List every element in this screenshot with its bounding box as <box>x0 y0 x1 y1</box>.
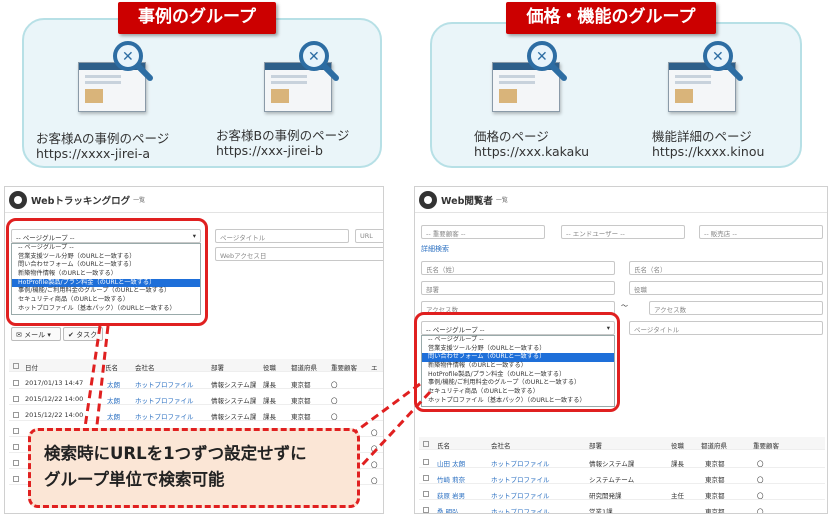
magnifier-icon: ✕ <box>703 41 743 81</box>
row-checkbox[interactable] <box>13 475 19 482</box>
column-header-vip[interactable]: 重要顧客 <box>753 440 779 450</box>
column-header-name[interactable]: 氏名 <box>437 440 450 450</box>
callout-line-2: グループ単位で検索可能 <box>44 470 225 489</box>
page-title-input[interactable]: ページタイトル <box>215 229 349 243</box>
column-header-dept[interactable]: 部署 <box>589 440 602 450</box>
mail-icon: ✉ <box>16 331 25 339</box>
row-checkbox[interactable] <box>423 490 429 497</box>
department-input[interactable]: 部署 <box>421 281 615 295</box>
task-button[interactable]: ✔ タスク <box>63 327 103 341</box>
vip-filter-select[interactable]: -- 重要顧客 -- <box>421 225 545 239</box>
table-row[interactable]: 2015/12/22 14:00 太朗 ホットプロファイル 情報システム課 課長 東京都〇 <box>9 408 383 421</box>
panel-header: Web閲覧者 一覧 <box>415 187 827 213</box>
end-user-filter-select[interactable]: -- エンドユーザー -- <box>561 225 685 239</box>
check-icon: ✔ <box>68 331 77 339</box>
group-title-price-features: 価格・機能のグループ <box>506 2 716 34</box>
table-row[interactable]: 2017/01/13 14:47 太朗 ホットプロファイル 情報システム課 課長 東京都〇 <box>9 376 383 389</box>
row-checkbox[interactable] <box>13 379 19 386</box>
row-checkbox[interactable] <box>13 459 19 466</box>
row-checkbox[interactable] <box>423 474 429 481</box>
page-label-b: お客様Bの事例のページ <box>216 128 350 143</box>
select-all-checkbox[interactable] <box>13 362 19 369</box>
svg-text:✕: ✕ <box>308 49 320 65</box>
svg-text:✕: ✕ <box>712 49 724 65</box>
table-row[interactable]: 桑 明弘 ホットプロファイル 営業1課 東京都〇 <box>419 503 825 513</box>
column-header-position[interactable]: 役職 <box>263 362 276 372</box>
row-checkbox[interactable] <box>423 458 429 465</box>
row-checkbox[interactable] <box>423 506 429 513</box>
column-header-position[interactable]: 役職 <box>671 440 684 450</box>
detail-search-link[interactable]: 詳細検索 <box>421 244 449 254</box>
column-header-date[interactable]: 日付 <box>25 362 38 372</box>
column-header-extra[interactable]: エ <box>371 362 378 372</box>
page-title: Webトラッキングログ <box>31 195 131 207</box>
row-checkbox[interactable] <box>13 411 19 418</box>
page-label-price: 価格のページ <box>474 129 549 144</box>
page-title-input[interactable]: ページタイトル <box>629 321 823 335</box>
callout-line-1: 検索時にURLを1つずつ設定せずに <box>44 444 307 463</box>
column-header-prefecture[interactable]: 都道府県 <box>291 362 317 372</box>
first-name-input[interactable]: 氏名（名） <box>629 261 823 275</box>
page-url-a: https://xxxx-jirei-a <box>36 146 151 161</box>
page-url-b: https://xxx-jirei-b <box>216 143 323 158</box>
column-header-company[interactable]: 会社名 <box>491 440 511 450</box>
magnifier-icon: ✕ <box>527 41 567 81</box>
page-subtitle: 一覧 <box>133 197 146 204</box>
select-all-checkbox[interactable] <box>423 440 429 447</box>
panel-header: Webトラッキングログ 一覧 <box>5 187 383 213</box>
highlight-frame-left <box>6 218 208 326</box>
range-tilde: 〜 <box>621 302 628 310</box>
svg-text:✕: ✕ <box>122 49 134 65</box>
table-header: 氏名 会社名 部署 役職 都道府県 重要顧客 <box>419 437 825 450</box>
reseller-filter-select[interactable]: -- 販売店 -- <box>699 225 823 239</box>
web-access-date-input[interactable]: Webアクセス日 <box>215 247 383 261</box>
visitor-table: 氏名 会社名 部署 役職 都道府県 重要顧客 山田 太朗 ホットプロファイル 情報シ… <box>419 437 825 513</box>
column-header-company[interactable]: 会社名 <box>135 362 155 372</box>
page-label-features: 機能詳細のページ <box>652 129 752 144</box>
magnifier-icon: ✕ <box>113 41 153 81</box>
highlight-frame-right <box>414 312 620 412</box>
magnifier-icon: ✕ <box>299 41 339 81</box>
access-count-max-input[interactable]: アクセス数 <box>649 301 823 315</box>
page-url-features: https://kxxx.kinou <box>652 144 765 159</box>
svg-text:✕: ✕ <box>536 49 548 65</box>
table-row[interactable]: 荻原 岩男 ホットプロファイル 研究開発課 主任 東京都〇 <box>419 487 825 500</box>
position-input[interactable]: 役職 <box>629 281 823 295</box>
logo-icon <box>419 190 437 209</box>
column-header-dept[interactable]: 部署 <box>211 362 224 372</box>
table-header: 日付 氏名 会社名 部署 役職 都道府県 重要顧客 エ <box>9 359 383 372</box>
logo-icon <box>9 190 27 209</box>
column-header-name[interactable]: 氏名 <box>105 362 118 372</box>
page-title: Web閲覧者 <box>441 195 493 207</box>
last-name-input[interactable]: 氏名（姓） <box>421 261 615 275</box>
column-header-vip[interactable]: 重要顧客 <box>331 362 357 372</box>
table-row[interactable]: 竹崎 莉奈 ホットプロファイル システムチーム 東京都〇 <box>419 471 825 484</box>
mail-button[interactable]: ✉ メール ▾ <box>11 327 61 341</box>
group-title-cases: 事例のグループ <box>118 2 276 34</box>
url-input[interactable]: URL <box>355 229 383 243</box>
table-row[interactable]: 山田 太朗 ホットプロファイル 情報システム課 課長 東京都〇 <box>419 455 825 468</box>
page-label-a: お客様Aの事例のページ <box>36 131 170 146</box>
row-checkbox[interactable] <box>13 443 19 450</box>
table-row[interactable]: 2015/12/22 14:00 太朗 ホットプロファイル 情報システム課 課長 東京都〇 <box>9 392 383 405</box>
page-url-price: https://xxx.kakaku <box>474 144 590 159</box>
page-subtitle: 一覧 <box>495 197 508 204</box>
row-checkbox[interactable] <box>13 395 19 402</box>
row-checkbox[interactable] <box>13 427 19 434</box>
column-header-prefecture[interactable]: 都道府県 <box>701 440 727 450</box>
